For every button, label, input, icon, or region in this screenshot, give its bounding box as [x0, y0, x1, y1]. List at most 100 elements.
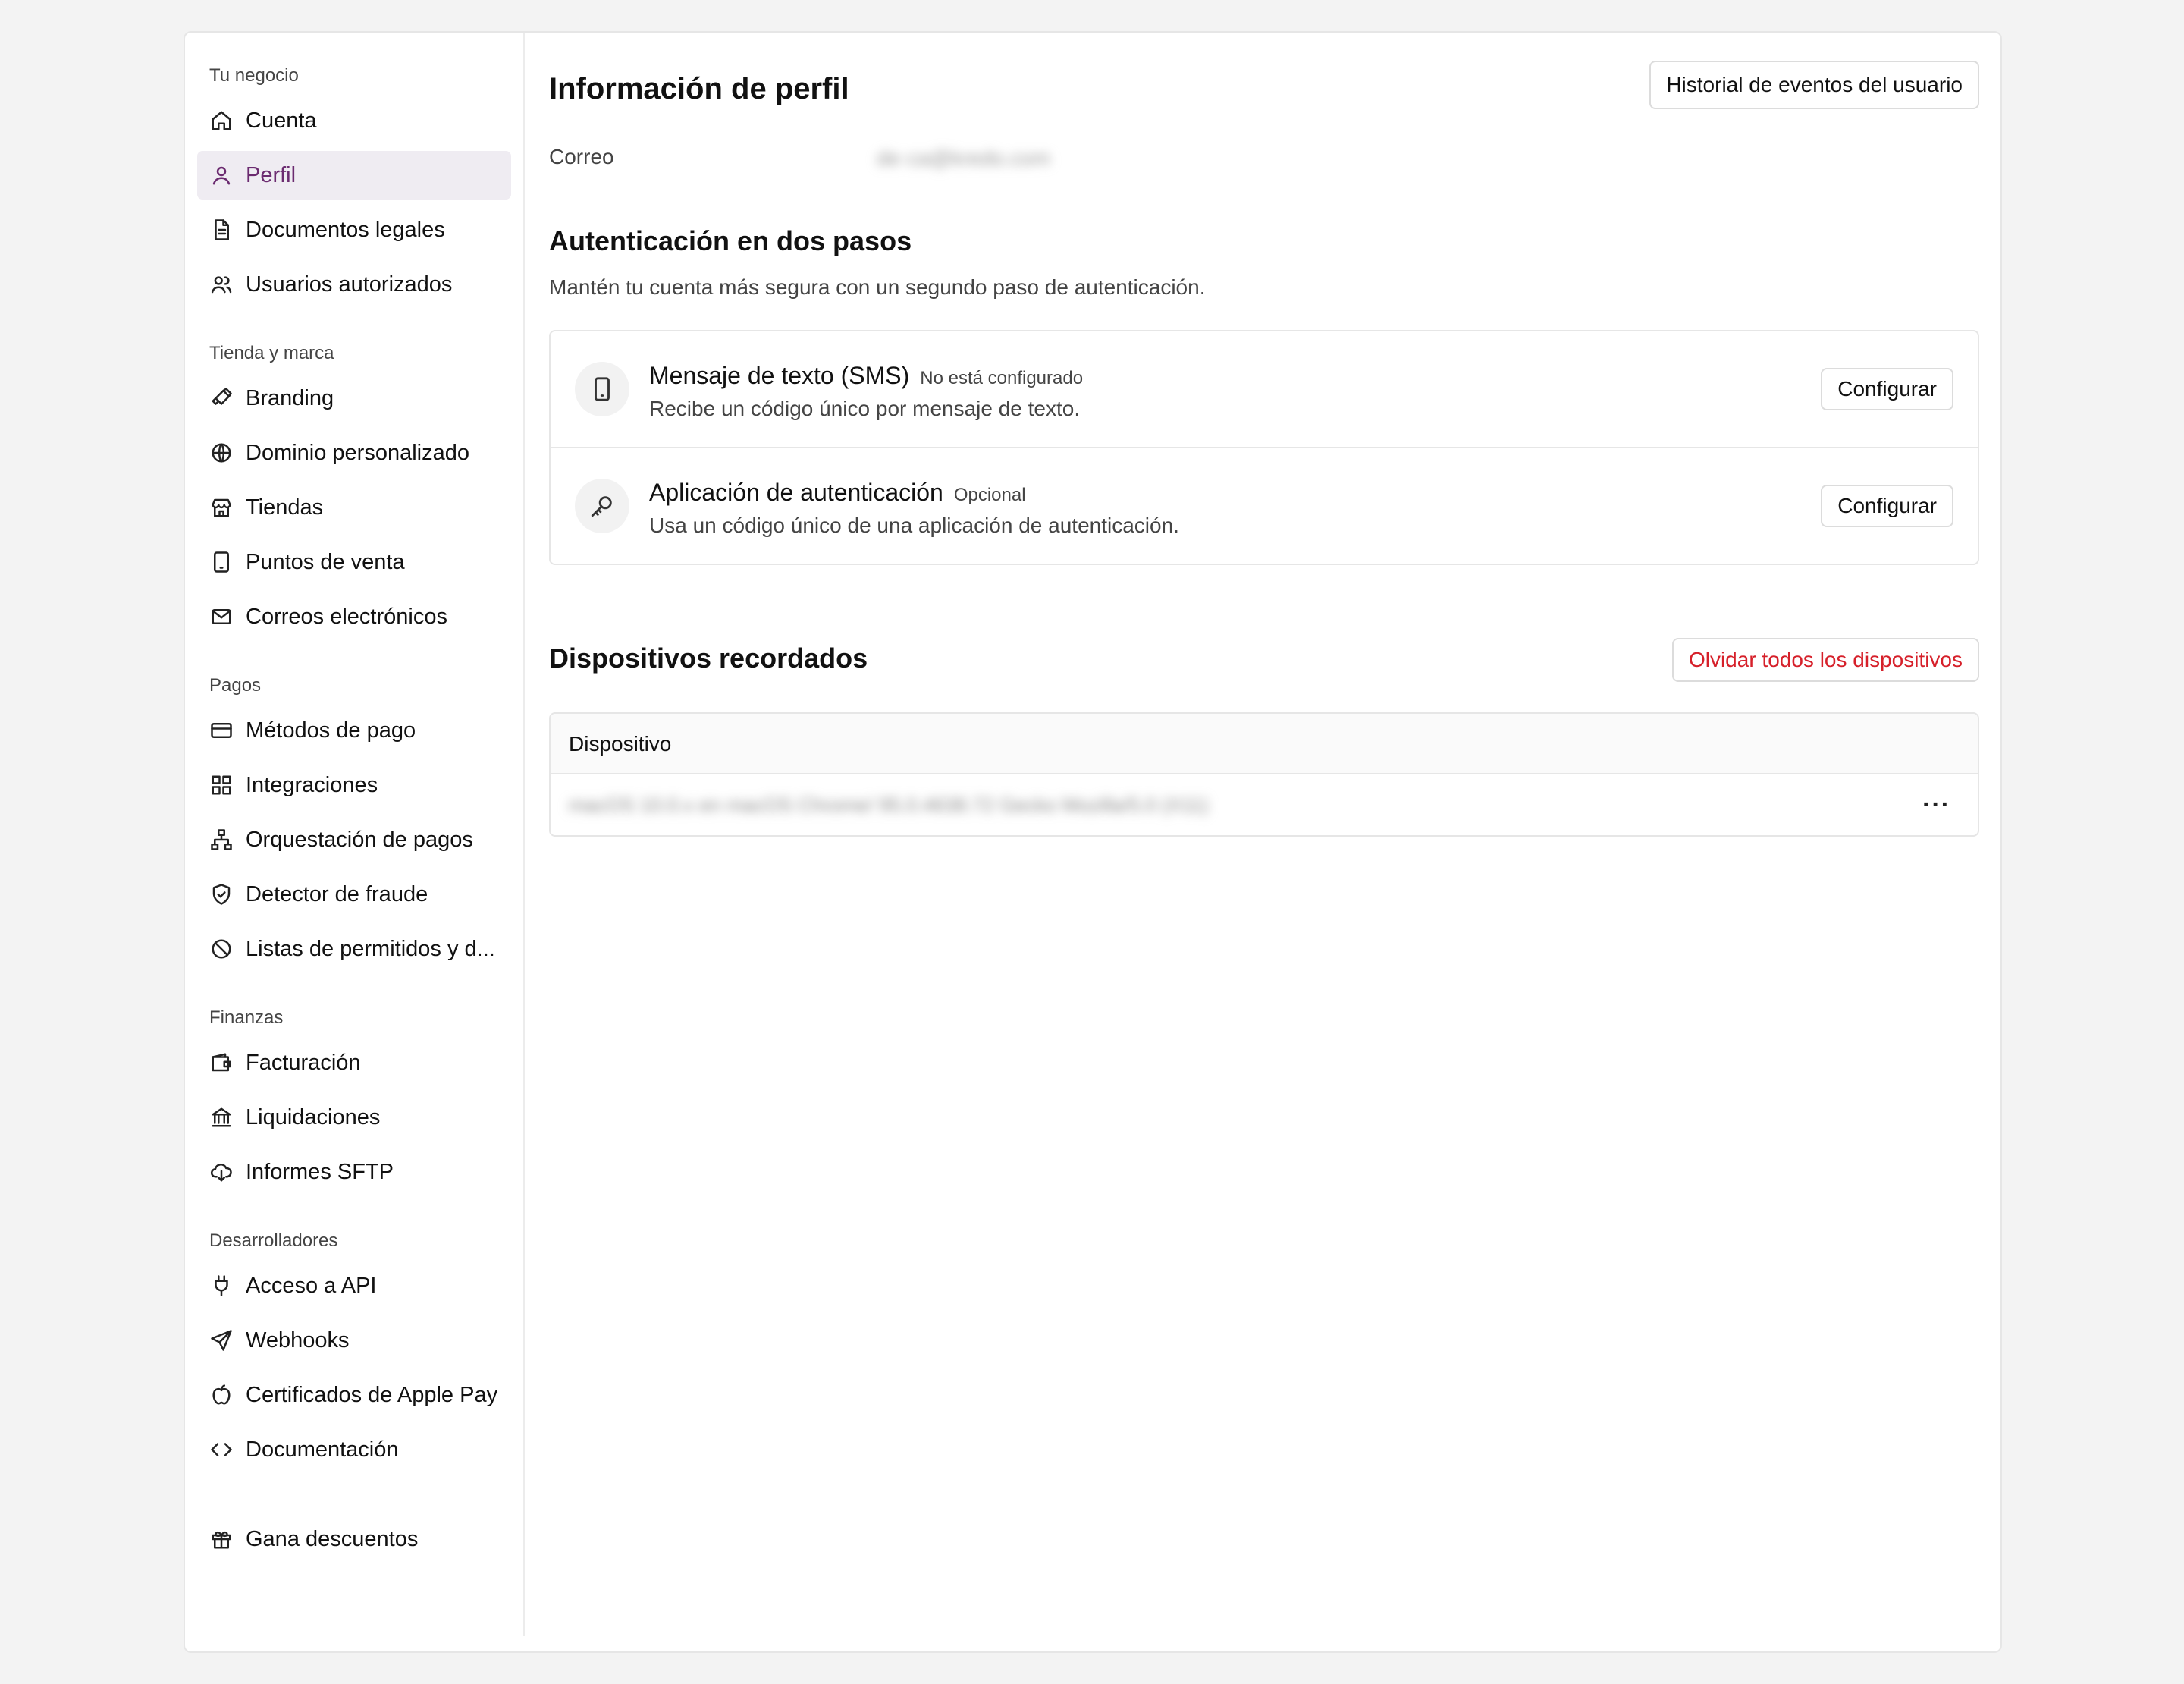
sidebar-item-listas-de-permitidos[interactable]: Listas de permitidos y d...: [197, 925, 511, 973]
send-icon: [209, 1328, 234, 1353]
two-factor-description: Mantén tu cuenta más segura con un segun…: [549, 275, 1206, 299]
ban-icon: [209, 937, 234, 961]
cloud-download-icon: [209, 1160, 234, 1184]
nav-heading: Tienda y marca: [209, 343, 334, 363]
sidebar-item-documentos-legales[interactable]: Documentos legales: [197, 206, 511, 254]
wallet-icon: [209, 1051, 234, 1075]
sidebar-item-label: Webhooks: [246, 1327, 350, 1353]
gift-icon: [209, 1527, 234, 1551]
user-event-history-button[interactable]: Historial de eventos del usuario: [1649, 61, 1979, 109]
sidebar-item-acceso-a-api[interactable]: Acceso a API: [197, 1261, 511, 1310]
sidebar-item-usuarios-autorizados[interactable]: Usuarios autorizados: [197, 260, 511, 309]
sidebar-item-label: Facturación: [246, 1050, 361, 1075]
sidebar-item-gana-descuentos[interactable]: Gana descuentos: [197, 1515, 511, 1563]
sidebar-item-label: Tiendas: [246, 495, 324, 520]
sidebar-item-label: Correos electrónicos: [246, 604, 447, 629]
sidebar-item-label: Cuenta: [246, 108, 317, 133]
nav-section-desarrolladores: Desarrolladores Acceso a API Webhooks Ce…: [185, 1228, 523, 1474]
sidebar-item-label: Listas de permitidos y d...: [246, 936, 495, 961]
sidebar-item-label: Documentación: [246, 1437, 399, 1462]
user-icon: [209, 163, 234, 187]
tfa-method-sms: Mensaje de texto (SMS) No está configurad…: [551, 331, 1978, 448]
table-header-device: Dispositivo: [551, 714, 1978, 774]
sidebar-item-label: Dominio personalizado: [246, 440, 469, 465]
code-icon: [209, 1437, 234, 1462]
nav-heading: Desarrolladores: [209, 1230, 338, 1251]
store-icon: [209, 495, 234, 520]
two-factor-title: Autenticación en dos pasos: [549, 225, 912, 256]
sidebar-item-integraciones[interactable]: Integraciones: [197, 761, 511, 809]
sidebar-item-puntos-de-venta[interactable]: Puntos de venta: [197, 538, 511, 586]
home-icon: [209, 108, 234, 133]
remembered-devices-title: Dispositivos recordados: [549, 642, 868, 674]
forget-all-devices-button[interactable]: Olvidar todos los dispositivos: [1671, 638, 1979, 682]
sidebar-item-label: Informes SFTP: [246, 1159, 394, 1184]
tfa-method-description: Usa un código único de una aplicación de…: [649, 514, 1179, 537]
sidebar-item-correos-electronicos[interactable]: Correos electrónicos: [197, 592, 511, 641]
bank-icon: [209, 1105, 234, 1129]
nav-heading: Tu negocio: [209, 65, 299, 86]
configure-authenticator-button[interactable]: Configurar: [1821, 485, 1953, 527]
sidebar-item-label: Liquidaciones: [246, 1104, 381, 1129]
sidebar-item-label: Puntos de venta: [246, 549, 405, 574]
sidebar-item-documentacion[interactable]: Documentación: [197, 1425, 511, 1474]
nav-section-tienda-y-marca: Tienda y marca Branding Dominio personal…: [185, 341, 523, 641]
key-icon: [575, 479, 629, 533]
email-value: de·ca@kredo.com: [877, 146, 1051, 170]
sidebar-item-branding[interactable]: Branding: [197, 374, 511, 423]
tfa-method-title: Aplicación de autenticación: [649, 479, 943, 506]
network-icon: [209, 828, 234, 852]
sidebar-item-orquestacion-de-pagos[interactable]: Orquestación de pagos: [197, 815, 511, 864]
tfa-method-title: Mensaje de texto (SMS): [649, 362, 910, 389]
email-label: Correo: [549, 145, 614, 168]
sidebar-item-label: Gana descuentos: [246, 1526, 419, 1551]
sidebar-item-label: Integraciones: [246, 772, 378, 797]
tablet-icon: [209, 550, 234, 574]
sidebar-item-label: Orquestación de pagos: [246, 827, 473, 852]
sidebar-item-perfil[interactable]: Perfil: [197, 151, 511, 200]
tfa-method-name: Aplicación de autenticación Opcional: [649, 476, 1026, 512]
sidebar-item-label: Certificados de Apple Pay: [246, 1382, 498, 1407]
more-options-icon[interactable]: ···: [1922, 790, 1950, 820]
sidebar-item-dominio-personalizado[interactable]: Dominio personalizado: [197, 429, 511, 477]
shield-check-icon: [209, 882, 234, 906]
nav-heading: Finanzas: [209, 1007, 284, 1028]
sidebar-item-cuenta[interactable]: Cuenta: [197, 96, 511, 145]
table-row-device: macOS 10.0.x en macOS Chrome/ 95.0.4638.…: [569, 793, 1209, 816]
nav-section-tu-negocio: Tu negocio Cuenta Perfil Documentos lega…: [185, 63, 523, 309]
brush-icon: [209, 386, 234, 410]
status-badge: Opcional: [953, 485, 1026, 505]
sidebar-item-informes-sftp[interactable]: Informes SFTP: [197, 1148, 511, 1196]
credit-card-icon: [209, 718, 234, 743]
plug-icon: [209, 1274, 234, 1298]
sidebar: Tu negocio Cuenta Perfil Documentos lega…: [185, 33, 525, 1636]
sidebar-item-label: Usuarios autorizados: [246, 272, 453, 297]
two-factor-methods: Mensaje de texto (SMS) No está configurad…: [549, 330, 1979, 565]
sidebar-item-label: Perfil: [246, 162, 297, 187]
nav-section-footer: Gana descuentos: [185, 1515, 523, 1563]
apple-icon: [209, 1383, 234, 1407]
status-badge: No está configurado: [920, 368, 1084, 388]
users-icon: [209, 272, 234, 297]
sidebar-item-label: Documentos legales: [246, 217, 445, 242]
sidebar-item-certificados-apple-pay[interactable]: Certificados de Apple Pay: [197, 1371, 511, 1419]
grid-icon: [209, 773, 234, 797]
page-title: Información de perfil: [549, 72, 849, 105]
document-icon: [209, 218, 234, 242]
sidebar-item-detector-de-fraude[interactable]: Detector de fraude: [197, 870, 511, 919]
settings-panel: Tu negocio Cuenta Perfil Documentos lega…: [184, 31, 2002, 1653]
main-content: Información de perfil Historial de event…: [549, 33, 1979, 1626]
sidebar-item-webhooks[interactable]: Webhooks: [197, 1316, 511, 1365]
sidebar-item-facturacion[interactable]: Facturación: [197, 1038, 511, 1087]
devices-table: Dispositivo macOS 10.0.x en macOS Chrome…: [549, 712, 1979, 837]
sidebar-item-metodos-de-pago[interactable]: Métodos de pago: [197, 706, 511, 755]
tfa-method-name: Mensaje de texto (SMS) No está configurad…: [649, 359, 1083, 395]
nav-heading: Pagos: [209, 675, 262, 696]
nav-section-finanzas: Finanzas Facturación Liquidaciones Infor…: [185, 1005, 523, 1196]
sidebar-item-label: Detector de fraude: [246, 881, 428, 906]
nav-section-pagos: Pagos Métodos de pago Integraciones Orqu…: [185, 673, 523, 973]
sidebar-item-tiendas[interactable]: Tiendas: [197, 483, 511, 532]
sidebar-item-liquidaciones[interactable]: Liquidaciones: [197, 1093, 511, 1142]
configure-sms-button[interactable]: Configurar: [1821, 368, 1953, 410]
phone-icon: [575, 362, 629, 416]
